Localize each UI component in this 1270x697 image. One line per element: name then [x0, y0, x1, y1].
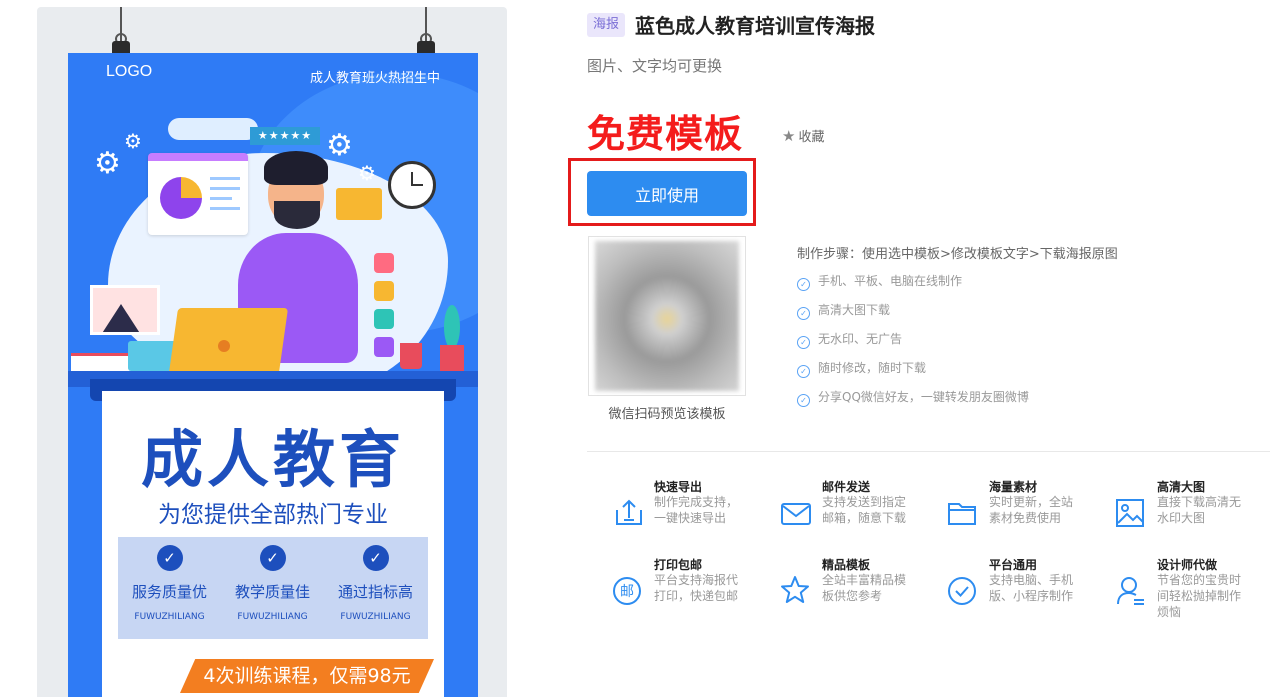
- designer-icon: [1117, 577, 1144, 605]
- star-icon: [781, 576, 809, 603]
- poster-feature: ✓ 通过指标高 FUWUZHILIANG: [324, 545, 427, 622]
- page-title: 蓝色成人教育培训宣传海报: [635, 14, 875, 38]
- poster-slogan: 成人教育班火热招生中: [309, 71, 440, 86]
- gear-icon: ⚙: [124, 129, 142, 153]
- check-item: ✓ 无水印、无广告: [797, 330, 1029, 359]
- image-icon: [1116, 499, 1144, 527]
- check-item: ✓ 手机、平板、电脑在线制作: [797, 272, 1029, 301]
- favorite-button[interactable]: ★ 收藏: [782, 126, 824, 145]
- poster-course-banner: 4次训练课程，仅需98元: [180, 659, 434, 693]
- plant-illustration: [438, 303, 464, 371]
- folder-icon: [948, 503, 976, 525]
- folder-illustration: [336, 188, 382, 220]
- page-subtitle: 图片、文字均可更换: [587, 57, 723, 75]
- location-icon: [374, 281, 394, 301]
- check-icon: ✓: [362, 545, 389, 571]
- poster-image[interactable]: LOGO 成人教育班火热招生中 ⚙ ⚙ ⚙ ⚙ ★★★★★ 成人教育 为您提供全…: [68, 53, 478, 697]
- gear-icon: ⚙: [358, 161, 376, 185]
- poster-headline: 成人教育: [140, 423, 405, 496]
- use-now-button[interactable]: 立即使用: [587, 171, 747, 216]
- category-tag: 海报: [587, 13, 625, 37]
- divider: [587, 451, 1270, 452]
- qr-caption: 微信扫码预览该模板: [608, 407, 726, 422]
- poster-feature-panel: ✓ 服务质量优 FUWUZHILIANG ✓ 教学质量佳 FUWUZHILIAN…: [118, 537, 428, 639]
- post-icon: 邮: [613, 577, 641, 605]
- mail-icon: [781, 503, 811, 525]
- poster-subheadline: 为您提供全部热门专业: [158, 502, 388, 528]
- svg-text:邮: 邮: [620, 584, 634, 600]
- pie-chart-illustration: [148, 153, 248, 235]
- star-icon: ★: [782, 127, 796, 145]
- check-circle-icon: ✓: [797, 307, 810, 320]
- gear-icon: ⚙: [326, 128, 353, 163]
- qr-code: [588, 236, 746, 396]
- phone-icon: [374, 337, 394, 357]
- poster-preview: LOGO 成人教育班火热招生中 ⚙ ⚙ ⚙ ⚙ ★★★★★ 成人教育 为您提供全…: [37, 7, 507, 697]
- check-icon: ✓: [156, 545, 183, 571]
- feature-check-list: ✓ 手机、平板、电脑在线制作 ✓ 高清大图下载 ✓ 无水印、无广告 ✓ 随时修改，随时下…: [797, 272, 1029, 417]
- gear-icon: ⚙: [94, 146, 121, 181]
- check-circle-icon: ✓: [797, 336, 810, 349]
- check-icon: ✓: [259, 545, 286, 571]
- check-circle-icon: ✓: [797, 365, 810, 378]
- check-circle-icon: [948, 577, 976, 605]
- poster-feature: ✓ 服务质量优 FUWUZHILIANG: [118, 545, 221, 622]
- price-label: 免费模板: [587, 112, 744, 156]
- check-item: ✓ 随时修改，随时下载: [797, 359, 1029, 388]
- check-circle-icon: ✓: [797, 278, 810, 291]
- favorite-label: 收藏: [798, 130, 825, 145]
- poster-feature: ✓ 教学质量佳 FUWUZHILIANG: [221, 545, 324, 622]
- poster-board: 成人教育 为您提供全部热门专业 ✓ 服务质量优 FUWUZHILIANG ✓ 教…: [102, 391, 444, 697]
- clock-icon: [388, 161, 436, 209]
- check-item: ✓ 高清大图下载: [797, 301, 1029, 330]
- export-icon: [616, 499, 642, 525]
- globe-icon: [374, 309, 394, 329]
- steps-text: 制作步骤：使用选中模板>修改模板文字>下载海报原图: [797, 247, 1118, 262]
- heart-icon: [374, 253, 394, 273]
- rating-stars: ★★★★★: [250, 127, 320, 145]
- poster-logo: LOGO: [106, 63, 153, 80]
- picture-icon: [90, 285, 160, 335]
- cup-illustration: [400, 343, 422, 369]
- check-item: ✓ 分享QQ微信好友，一键转发朋友圈微博: [797, 388, 1029, 417]
- check-circle-icon: ✓: [797, 394, 810, 407]
